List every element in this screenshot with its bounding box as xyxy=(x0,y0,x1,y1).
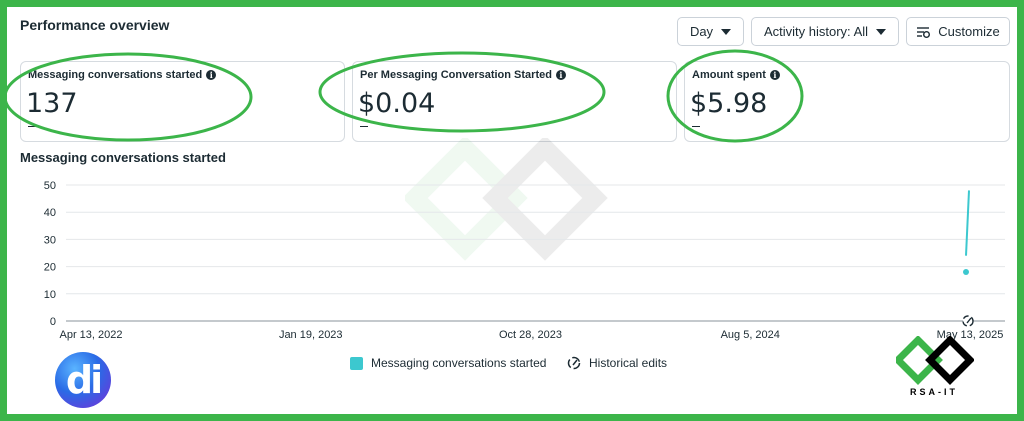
legend-series[interactable]: Messaging conversations started xyxy=(350,356,546,370)
rsa-it-logo-text: RSA-IT xyxy=(910,387,958,397)
historical-edits-icon xyxy=(567,356,581,370)
historical-edit-marker[interactable] xyxy=(962,315,974,327)
x-tick-label: Apr 13, 2022 xyxy=(60,329,123,341)
y-tick-label: 0 xyxy=(50,316,56,328)
x-tick-label: Jan 19, 2023 xyxy=(279,329,343,341)
rsa-it-logo xyxy=(896,336,974,385)
series-point[interactable] xyxy=(963,269,969,276)
di-logo: di xyxy=(55,352,111,408)
historical-edits-label: Historical edits xyxy=(589,356,668,370)
legend-historical-edits[interactable]: Historical edits xyxy=(567,356,667,370)
di-logo-text: di xyxy=(65,358,103,402)
y-tick-label: 20 xyxy=(44,262,56,274)
x-tick-label: Aug 5, 2024 xyxy=(721,329,780,341)
y-tick-label: 30 xyxy=(44,234,56,246)
y-tick-label: 10 xyxy=(44,289,56,301)
legend-swatch xyxy=(350,356,363,370)
x-tick-label: Oct 28, 2023 xyxy=(499,329,562,341)
y-tick-label: 50 xyxy=(44,180,56,192)
legend-series-label: Messaging conversations started xyxy=(371,356,547,370)
y-tick-label: 40 xyxy=(44,207,56,219)
series-line[interactable] xyxy=(965,190,970,256)
